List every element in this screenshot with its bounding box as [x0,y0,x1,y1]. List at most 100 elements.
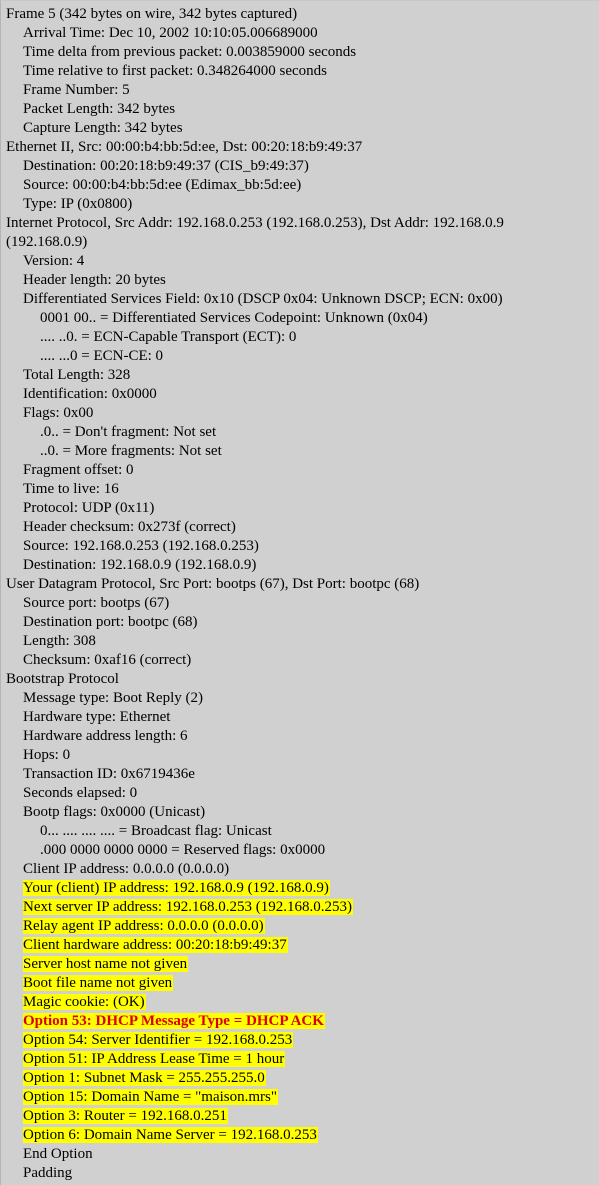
tree-row[interactable]: Option 15: Domain Name = "maison.mrs" [1,1088,599,1107]
tree-row[interactable]: Bootp flags: 0x0000 (Unicast) [1,803,599,822]
tree-row-label: Client IP address: 0.0.0.0 (0.0.0.0) [23,861,230,877]
tree-row[interactable]: End Option [1,1145,599,1164]
tree-row[interactable]: Checksum: 0xaf16 (correct) [1,651,599,670]
tree-row[interactable]: Frame 5 (342 bytes on wire, 342 bytes ca… [1,5,599,24]
tree-row-label: Message type: Boot Reply (2) [23,690,203,706]
tree-row-label: Hardware address length: 6 [23,728,188,744]
tree-row[interactable]: Seconds elapsed: 0 [1,784,599,803]
tree-row[interactable]: Fragment offset: 0 [1,461,599,480]
tree-row[interactable]: Internet Protocol, Src Addr: 192.168.0.2… [1,214,599,233]
tree-row[interactable]: Server host name not given [1,955,599,974]
tree-row[interactable]: Version: 4 [1,252,599,271]
tree-row-label: Destination: 00:20:18:b9:49:37 (CIS_b9:4… [23,158,309,174]
tree-row[interactable]: Option 54: Server Identifier = 192.168.0… [1,1031,599,1050]
tree-row[interactable]: Destination port: bootpc (68) [1,613,599,632]
tree-row[interactable]: (192.168.0.9) [1,233,599,252]
tree-row[interactable]: Option 3: Router = 192.168.0.251 [1,1107,599,1126]
tree-row-label: Header checksum: 0x273f (correct) [23,519,236,535]
tree-row-label: .0.. = Don't fragment: Not set [40,424,217,440]
tree-row[interactable]: ..0. = More fragments: Not set [1,442,599,461]
tree-row[interactable]: Source: 192.168.0.253 (192.168.0.253) [1,537,599,556]
tree-row[interactable]: Identification: 0x0000 [1,385,599,404]
tree-row-label: (192.168.0.9) [6,234,88,250]
tree-row[interactable]: Padding [1,1164,599,1183]
tree-row[interactable]: .0.. = Don't fragment: Not set [1,423,599,442]
tree-row-label: Source: 00:00:b4:bb:5d:ee (Edimax_bb:5d:… [23,177,302,193]
tree-row-label: End Option [23,1146,93,1162]
tree-row-label: Header length: 20 bytes [23,272,166,288]
tree-row[interactable]: Client hardware address: 00:20:18:b9:49:… [1,936,599,955]
tree-row-label: Your (client) IP address: 192.168.0.9 (1… [23,880,330,896]
tree-row-label: Source: 192.168.0.253 (192.168.0.253) [23,538,259,554]
tree-row-label: Destination port: bootpc (68) [23,614,198,630]
tree-row[interactable]: Capture Length: 342 bytes [1,119,599,138]
tree-row[interactable]: 0... .... .... .... = Broadcast flag: Un… [1,822,599,841]
tree-row[interactable]: Protocol: UDP (0x11) [1,499,599,518]
tree-row[interactable]: Source port: bootps (67) [1,594,599,613]
tree-row[interactable]: Frame Number: 5 [1,81,599,100]
tree-row[interactable]: Relay agent IP address: 0.0.0.0 (0.0.0.0… [1,917,599,936]
tree-row-label: Identification: 0x0000 [23,386,157,402]
tree-row[interactable]: Magic cookie: (OK) [1,993,599,1012]
tree-row-label: .... ...0 = ECN-CE: 0 [40,348,164,364]
tree-row[interactable]: Time to live: 16 [1,480,599,499]
tree-row[interactable]: 0001 00.. = Differentiated Services Code… [1,309,599,328]
tree-row-label: Magic cookie: (OK) [23,994,146,1010]
tree-row[interactable]: .... ...0 = ECN-CE: 0 [1,347,599,366]
tree-row-label: Time delta from previous packet: 0.00385… [23,44,357,60]
packet-details-pane[interactable]: Frame 5 (342 bytes on wire, 342 bytes ca… [0,0,599,1185]
tree-row-label: Packet Length: 342 bytes [23,101,176,117]
tree-row[interactable]: Destination: 192.168.0.9 (192.168.0.9) [1,556,599,575]
tree-row-label: Frame 5 (342 bytes on wire, 342 bytes ca… [6,6,298,22]
tree-row[interactable]: Length: 308 [1,632,599,651]
tree-row[interactable]: .... ..0. = ECN-Capable Transport (ECT):… [1,328,599,347]
tree-row-label: Hops: 0 [23,747,71,763]
tree-row-label: Client hardware address: 00:20:18:b9:49:… [23,937,288,953]
tree-row[interactable]: Arrival Time: Dec 10, 2002 10:10:05.0066… [1,24,599,43]
tree-row[interactable]: Ethernet II, Src: 00:00:b4:bb:5d:ee, Dst… [1,138,599,157]
tree-row[interactable]: Destination: 00:20:18:b9:49:37 (CIS_b9:4… [1,157,599,176]
tree-row[interactable]: Option 51: IP Address Lease Time = 1 hou… [1,1050,599,1069]
tree-row[interactable]: Client IP address: 0.0.0.0 (0.0.0.0) [1,860,599,879]
tree-row-label: Option 51: IP Address Lease Time = 1 hou… [23,1051,286,1067]
tree-row[interactable]: Option 1: Subnet Mask = 255.255.255.0 [1,1069,599,1088]
tree-row[interactable]: Bootstrap Protocol [1,670,599,689]
tree-row[interactable]: Next server IP address: 192.168.0.253 (1… [1,898,599,917]
tree-row-label: Seconds elapsed: 0 [23,785,138,801]
tree-row[interactable]: Type: IP (0x0800) [1,195,599,214]
tree-row[interactable]: Transaction ID: 0x6719436e [1,765,599,784]
tree-row[interactable]: Hardware type: Ethernet [1,708,599,727]
tree-row-label: Total Length: 328 [23,367,131,383]
tree-row[interactable]: Option 53: DHCP Message Type = DHCP ACK [1,1012,599,1031]
tree-row[interactable]: Hops: 0 [1,746,599,765]
tree-row[interactable]: Packet Length: 342 bytes [1,100,599,119]
tree-row-label: Source port: bootps (67) [23,595,170,611]
tree-row[interactable]: Time relative to first packet: 0.3482640… [1,62,599,81]
tree-row-label: Checksum: 0xaf16 (correct) [23,652,192,668]
packet-tree-rows: Frame 5 (342 bytes on wire, 342 bytes ca… [1,5,599,1183]
tree-row-label: ..0. = More fragments: Not set [40,443,222,459]
tree-row-label: Relay agent IP address: 0.0.0.0 (0.0.0.0… [23,918,265,934]
tree-row[interactable]: Option 6: Domain Name Server = 192.168.0… [1,1126,599,1145]
tree-row[interactable]: .000 0000 0000 0000 = Reserved flags: 0x… [1,841,599,860]
tree-row[interactable]: Time delta from previous packet: 0.00385… [1,43,599,62]
tree-row[interactable]: Message type: Boot Reply (2) [1,689,599,708]
tree-row-label: Fragment offset: 0 [23,462,134,478]
tree-row[interactable]: Flags: 0x00 [1,404,599,423]
tree-row[interactable]: Source: 00:00:b4:bb:5d:ee (Edimax_bb:5d:… [1,176,599,195]
tree-row[interactable]: Header checksum: 0x273f (correct) [1,518,599,537]
tree-row[interactable]: Your (client) IP address: 192.168.0.9 (1… [1,879,599,898]
tree-row-label: Arrival Time: Dec 10, 2002 10:10:05.0066… [23,25,318,41]
tree-row[interactable]: Header length: 20 bytes [1,271,599,290]
tree-row-label: Option 54: Server Identifier = 192.168.0… [23,1032,294,1048]
tree-row-label: Padding [23,1165,73,1181]
tree-row[interactable]: Differentiated Services Field: 0x10 (DSC… [1,290,599,309]
tree-row-label: Protocol: UDP (0x11) [23,500,155,516]
tree-row-label: Bootp flags: 0x0000 (Unicast) [23,804,206,820]
tree-row[interactable]: Hardware address length: 6 [1,727,599,746]
tree-row-label: Hardware type: Ethernet [23,709,171,725]
tree-row-label: Time to live: 16 [23,481,119,497]
tree-row[interactable]: User Datagram Protocol, Src Port: bootps… [1,575,599,594]
tree-row[interactable]: Boot file name not given [1,974,599,993]
tree-row[interactable]: Total Length: 328 [1,366,599,385]
